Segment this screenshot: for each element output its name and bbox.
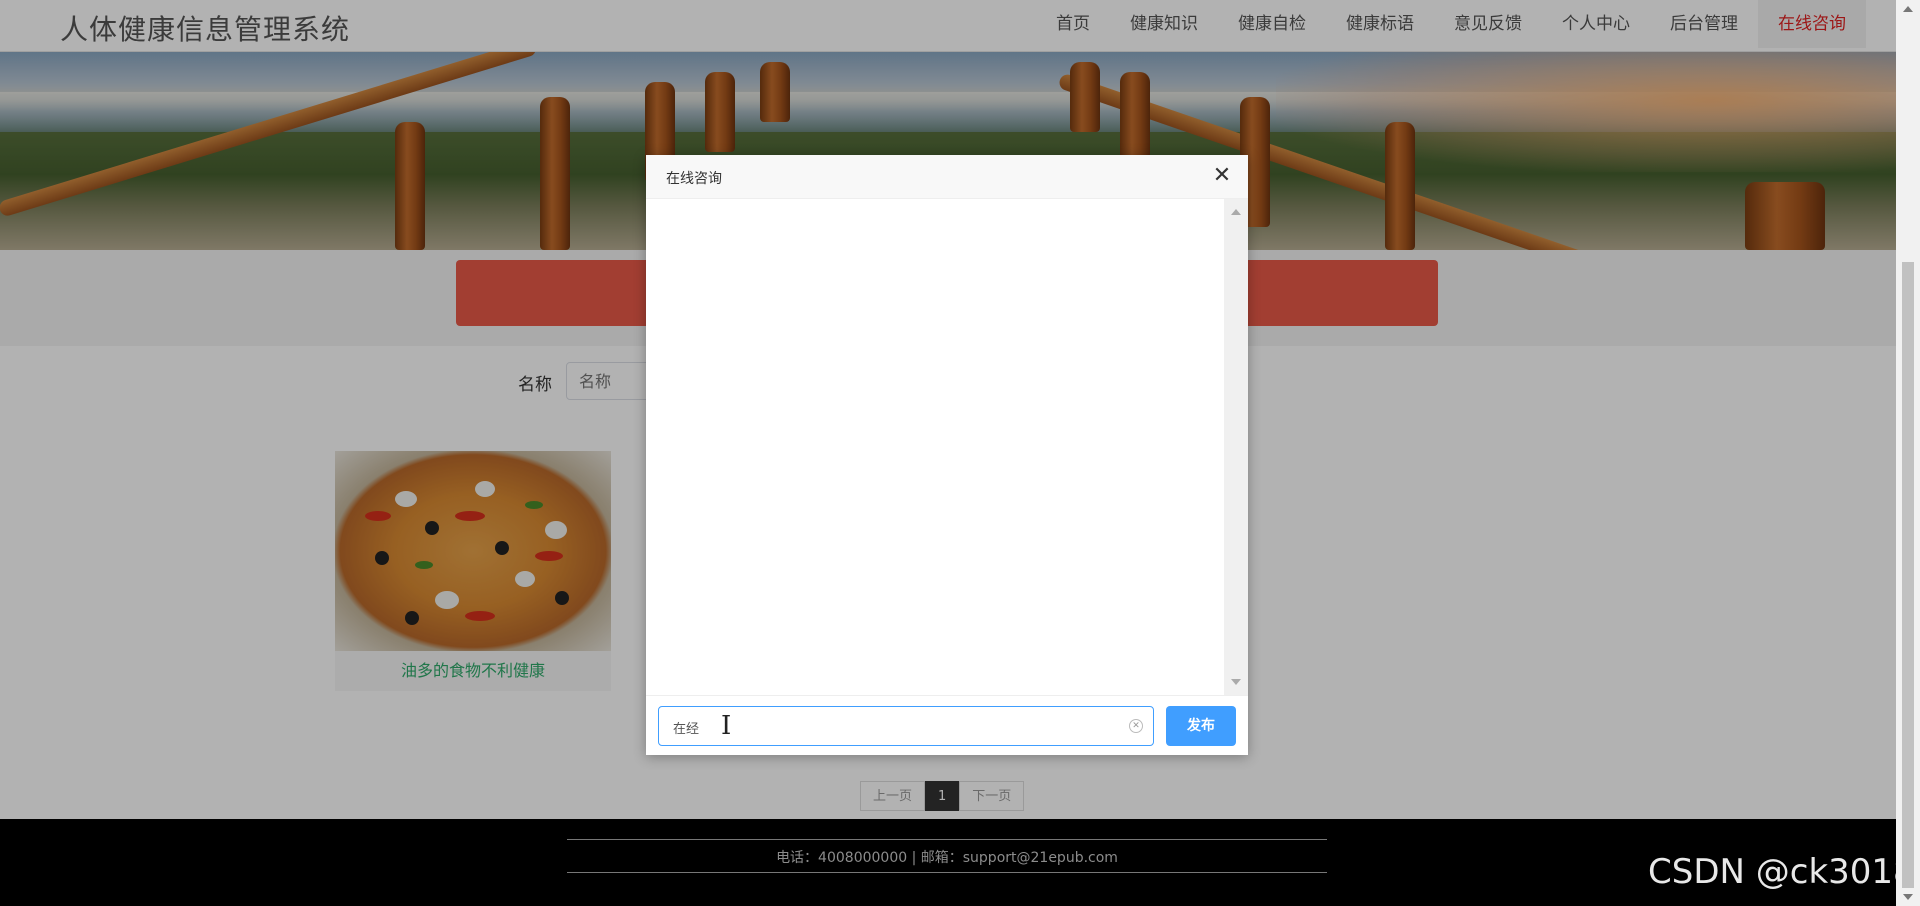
message-input[interactable]: 在经 I ✕: [658, 706, 1154, 746]
scroll-up-icon[interactable]: [1903, 6, 1913, 12]
scroll-down-icon[interactable]: [1231, 679, 1241, 685]
clear-input-icon[interactable]: ✕: [1129, 719, 1143, 733]
online-consult-dialog: 在线咨询 ✕ 在经 I ✕ 发布: [646, 155, 1248, 755]
watermark: CSDN @ck3018: [1648, 852, 1915, 892]
close-icon[interactable]: ✕: [1210, 164, 1234, 188]
scrollbar-thumb[interactable]: [1902, 262, 1914, 888]
chat-message-area[interactable]: [646, 199, 1224, 695]
dialog-title: 在线咨询: [666, 171, 722, 187]
site-footer: 电话：4008000000 | 邮箱：support@21epub.com: [0, 819, 1896, 906]
page-scrollbar[interactable]: [1896, 0, 1920, 906]
scroll-down-icon[interactable]: [1903, 894, 1913, 900]
dialog-header: 在线咨询 ✕: [646, 155, 1248, 199]
message-input-value: 在经: [673, 722, 700, 737]
footer-divider: [567, 872, 1327, 873]
chat-scrollbar[interactable]: [1224, 199, 1248, 695]
footer-contact: 电话：4008000000 | 邮箱：support@21epub.com: [776, 850, 1118, 866]
dialog-footer: 在经 I ✕ 发布: [646, 695, 1248, 755]
footer-divider: [567, 839, 1327, 840]
text-cursor-icon: I: [721, 711, 732, 741]
scroll-up-icon[interactable]: [1231, 209, 1241, 215]
send-button[interactable]: 发布: [1166, 706, 1236, 746]
